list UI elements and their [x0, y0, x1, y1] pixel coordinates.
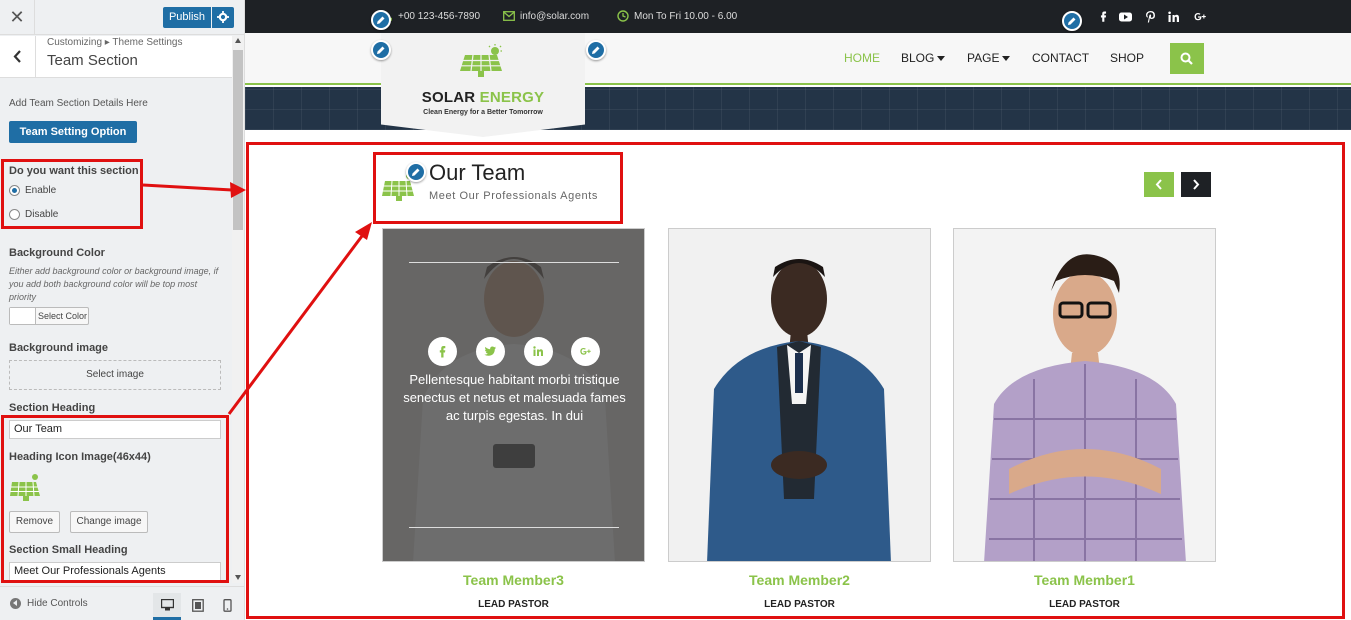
mobile-icon: [223, 599, 232, 612]
facebook-link[interactable]: [1095, 9, 1111, 25]
solar-logo-icon: [459, 43, 507, 84]
pinterest-icon: [1146, 11, 1155, 23]
section-intro: Add Team Section Details Here: [9, 98, 148, 109]
close-customizer-button[interactable]: ✕: [0, 0, 35, 35]
phone-text: +00 123-456-7890: [398, 11, 481, 22]
nav-contact[interactable]: CONTACT: [1032, 51, 1089, 65]
sidebar-scrollbar[interactable]: [232, 36, 244, 583]
chevron-left-icon: [13, 50, 21, 63]
back-button[interactable]: [0, 36, 36, 78]
select-image-button[interactable]: Select image: [9, 360, 221, 390]
youtube-icon: [1119, 12, 1132, 22]
linkedin-icon: [1168, 11, 1179, 22]
section-title: Team Section: [47, 52, 138, 69]
desktop-preview-button[interactable]: [153, 593, 181, 620]
annotation-box-team-heading: [373, 152, 623, 224]
caret-down-icon: [937, 56, 946, 62]
phone-info: +00 123-456-7890: [382, 0, 480, 33]
envelope-icon: [503, 11, 515, 22]
clock-icon: [617, 10, 629, 23]
breadcrumb: Customizing ▸ Theme Settings: [47, 37, 183, 48]
email-info: info@solar.com: [503, 0, 589, 33]
logo-tagline: Clean Energy for a Better Tomorrow: [423, 109, 543, 116]
youtube-link[interactable]: [1118, 9, 1134, 25]
edit-shortcut[interactable]: [586, 40, 606, 60]
edit-shortcut[interactable]: [371, 10, 391, 30]
publish-button[interactable]: Publish: [163, 7, 211, 28]
customizer-header: ✕ Publish: [0, 0, 244, 35]
tablet-preview-button[interactable]: [184, 593, 212, 620]
pinterest-link[interactable]: [1143, 9, 1159, 25]
select-color-button[interactable]: Select Color: [9, 307, 89, 325]
collapse-icon: [10, 598, 21, 609]
select-color-label: Select Color: [38, 311, 88, 321]
nav-shop[interactable]: SHOP: [1110, 51, 1144, 65]
facebook-icon: [1100, 11, 1107, 22]
background-color-label: Background Color: [9, 247, 105, 259]
nav-blog-label: BLOG: [901, 51, 935, 65]
hide-controls-button[interactable]: Hide Controls: [10, 598, 88, 609]
hide-controls-label: Hide Controls: [27, 598, 88, 610]
google-plus-link[interactable]: [1192, 9, 1208, 25]
scroll-down-arrow[interactable]: [235, 575, 241, 580]
nav-page-label: PAGE: [967, 51, 1000, 65]
section-header: Customizing ▸ Theme Settings Team Sectio…: [0, 36, 232, 78]
logo-word-solar: SOLAR: [421, 89, 476, 106]
desktop-icon: [161, 599, 174, 611]
section-heading-label: Section Heading: [9, 402, 96, 414]
pencil-icon: [377, 16, 385, 24]
hours-text: Mon To Fri 10.00 - 6.00: [634, 11, 738, 22]
scroll-up-arrow[interactable]: [235, 38, 241, 43]
scrollbar-thumb[interactable]: [233, 50, 243, 230]
search-button[interactable]: [1170, 43, 1204, 74]
tablet-icon: [192, 599, 204, 612]
publish-settings-button[interactable]: [212, 7, 234, 28]
google-plus-icon: [1194, 13, 1206, 21]
nav-page[interactable]: PAGE: [967, 51, 1011, 65]
mobile-preview-button[interactable]: [215, 593, 243, 620]
pencil-icon: [592, 46, 600, 54]
linkedin-link[interactable]: [1166, 9, 1182, 25]
caret-down-icon: [1002, 56, 1011, 62]
background-image-label: Background image: [9, 342, 109, 354]
pencil-icon: [1068, 17, 1076, 25]
nav-blog[interactable]: BLOG: [901, 51, 946, 65]
top-bar: +00 123-456-7890 info@solar.com Mon To F…: [245, 0, 1351, 33]
annotation-box-enable: [1, 159, 143, 229]
hours-info: Mon To Fri 10.00 - 6.00: [617, 0, 737, 33]
email-text: info@solar.com: [520, 11, 590, 22]
logo-title: SOLAR ENERGY: [381, 89, 585, 106]
customizer-footer: Hide Controls: [0, 586, 244, 620]
gear-icon: [217, 11, 229, 23]
pencil-icon: [377, 46, 385, 54]
site-logo[interactable]: SOLAR ENERGY Clean Energy for a Better T…: [381, 33, 585, 137]
background-color-note: Either add background color or backgroun…: [9, 266, 219, 302]
nav-home[interactable]: HOME: [844, 51, 880, 65]
annotation-box-heading-fields: [1, 415, 229, 583]
color-swatch: [10, 308, 36, 324]
edit-shortcut[interactable]: [1062, 11, 1082, 31]
search-icon: [1180, 52, 1193, 65]
edit-shortcut[interactable]: [371, 40, 391, 60]
team-setting-option-button[interactable]: Team Setting Option: [9, 121, 137, 143]
logo-word-energy: ENERGY: [479, 89, 545, 106]
